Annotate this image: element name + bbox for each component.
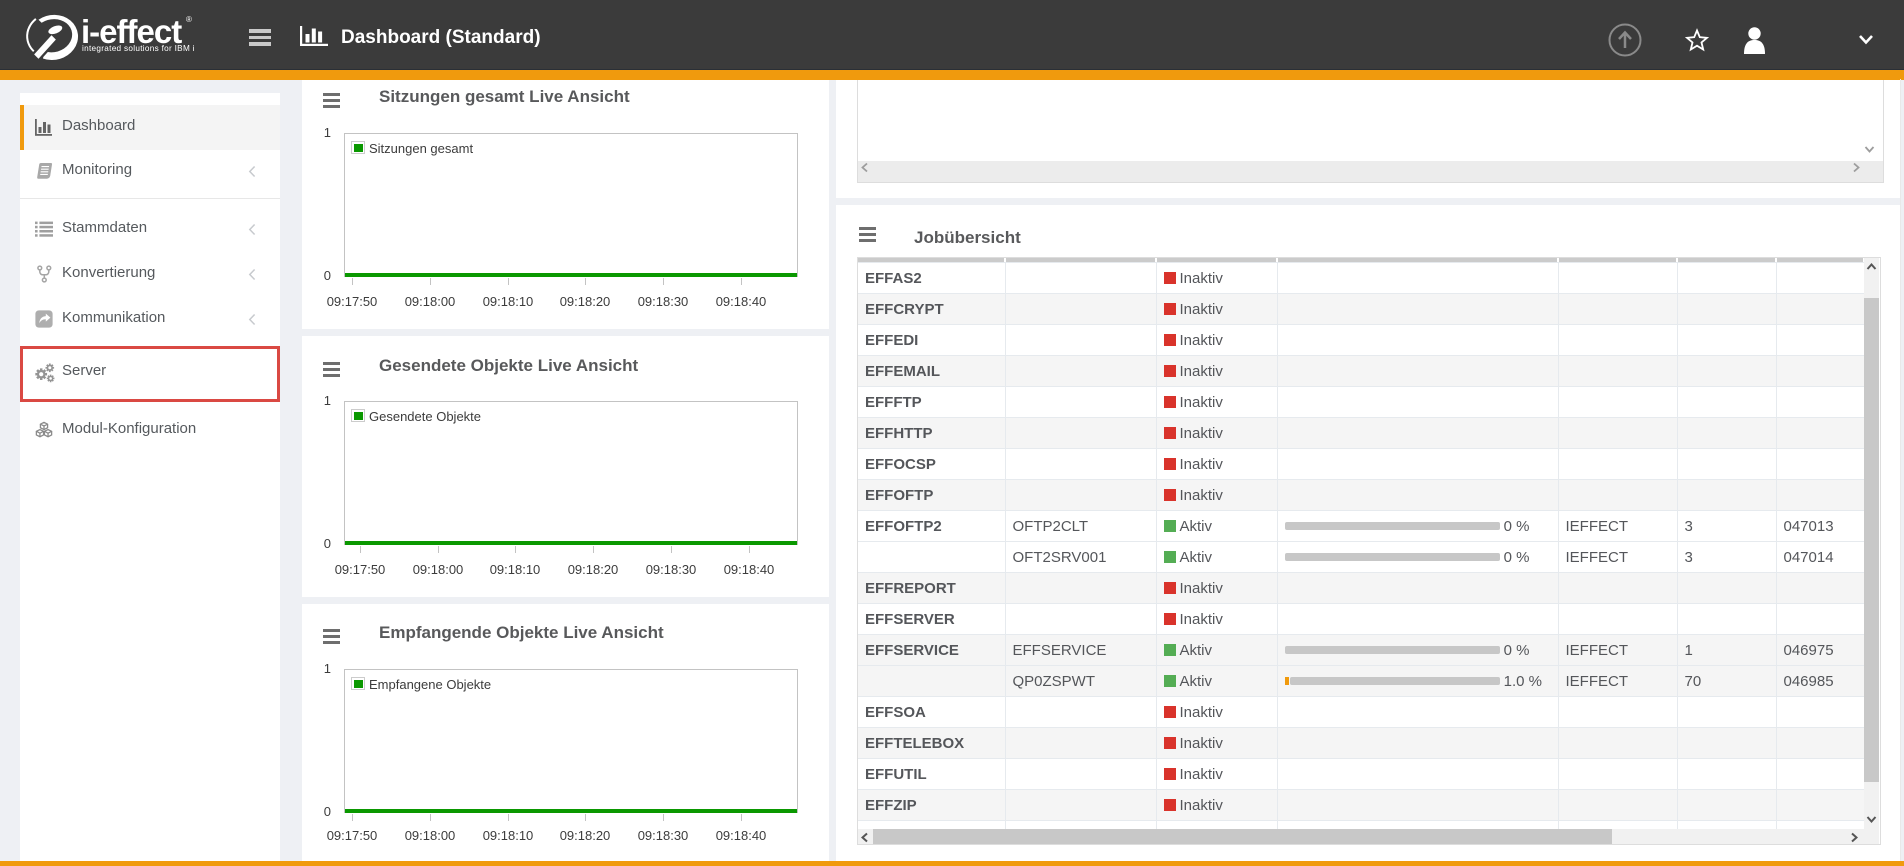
svg-text:integrated solutions for IBM i: integrated solutions for IBM i xyxy=(82,44,195,53)
svg-text:®: ® xyxy=(186,15,192,24)
